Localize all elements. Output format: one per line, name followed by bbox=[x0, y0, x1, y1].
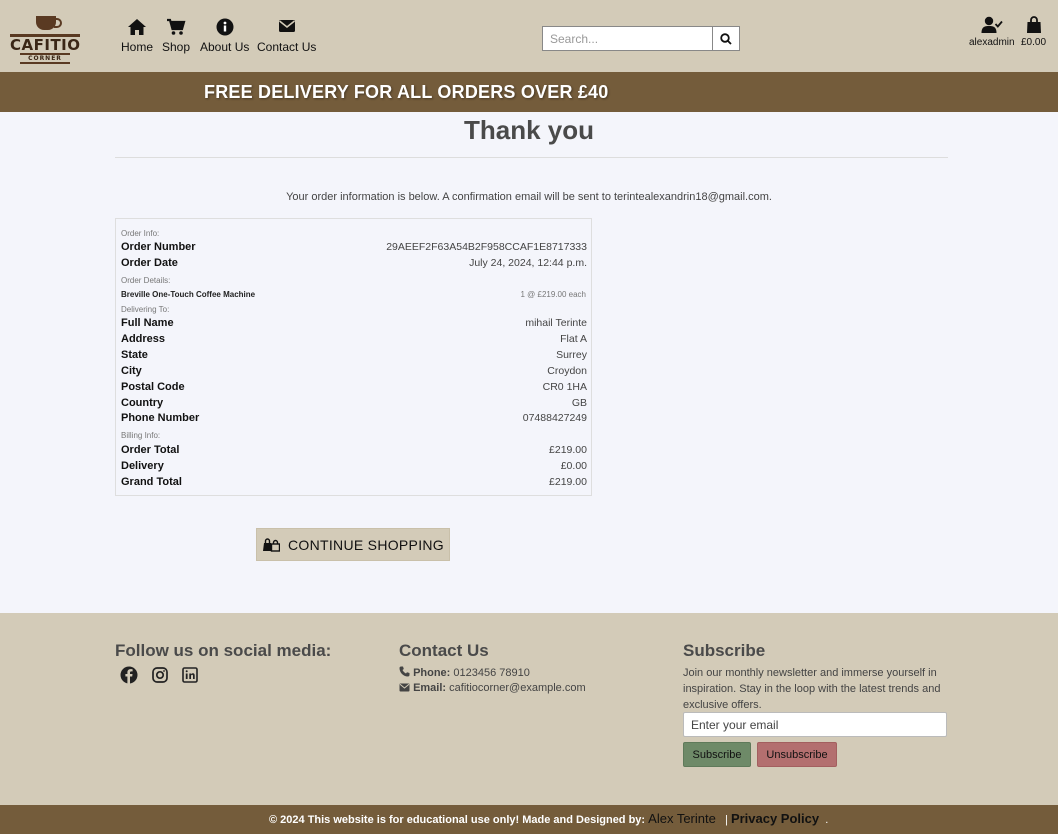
divider bbox=[115, 157, 948, 158]
nav-about[interactable]: About Us bbox=[200, 18, 249, 54]
order-total-label: Order Total bbox=[121, 444, 180, 456]
full-name-value: mihail Terinte bbox=[525, 317, 587, 329]
order-date-label: Order Date bbox=[121, 257, 178, 269]
separator: | bbox=[725, 814, 728, 826]
grand-total-label: Grand Total bbox=[121, 476, 182, 488]
home-icon bbox=[121, 18, 153, 38]
subscribe-title: Subscribe bbox=[683, 641, 766, 660]
phone-label: Phone Number bbox=[121, 412, 200, 424]
facebook-icon bbox=[120, 666, 138, 684]
order-number-label: Order Number bbox=[121, 241, 196, 253]
envelope-icon bbox=[399, 683, 410, 692]
country-value: GB bbox=[571, 397, 587, 409]
address-label: Address bbox=[121, 333, 166, 345]
search-input[interactable] bbox=[543, 27, 713, 50]
phone-icon bbox=[399, 666, 410, 677]
order-number-value: 29AEEF2F63A54B2F958CCAF1E8717333 bbox=[386, 241, 587, 253]
coffee-cup-icon bbox=[36, 16, 62, 30]
period: . bbox=[825, 814, 829, 826]
cart-icon bbox=[162, 18, 190, 38]
confirmation-message: Your order information is below. A confi… bbox=[286, 191, 772, 203]
delivery-value: £0.00 bbox=[560, 460, 587, 472]
shopping-bags-icon bbox=[262, 537, 280, 552]
item-name: Breville One-Touch Coffee Machine bbox=[121, 290, 256, 299]
continue-shopping-button[interactable]: CONTINUE SHOPPING bbox=[256, 528, 450, 561]
email-value[interactable]: cafitiocorner@example.com bbox=[449, 682, 586, 694]
nav-contact-label: Contact Us bbox=[257, 40, 317, 54]
continue-shopping-label: CONTINUE SHOPPING bbox=[287, 536, 444, 553]
logo-subtext: CORNER bbox=[20, 53, 70, 64]
order-summary: Order Info: Order Number 29AEEF2F63A54B2… bbox=[115, 218, 592, 496]
nav-shop-label: Shop bbox=[162, 40, 191, 54]
order-info-heading: Order Info: bbox=[121, 229, 160, 238]
full-name-label: Full Name bbox=[121, 317, 174, 329]
privacy-policy-link[interactable]: Privacy Policy bbox=[731, 811, 819, 826]
page-title: Thank you bbox=[463, 115, 594, 145]
billing-heading: Billing Info: bbox=[121, 431, 161, 440]
grand-total-value: £219.00 bbox=[549, 476, 587, 488]
email-label: Email: bbox=[413, 682, 447, 694]
delivery-label: Delivery bbox=[121, 460, 164, 472]
author-link[interactable]: Alex Terinte bbox=[648, 811, 716, 826]
envelope-icon bbox=[257, 18, 316, 38]
delivering-heading: Delivering To: bbox=[121, 305, 170, 314]
address-value: Flat A bbox=[560, 333, 587, 345]
postcode-label: Postal Code bbox=[121, 381, 185, 393]
user-check-icon bbox=[981, 16, 1003, 33]
search-bar bbox=[542, 26, 740, 51]
delivery-banner: FREE DELIVERY FOR ALL ORDERS OVER £40 bbox=[0, 72, 1058, 112]
city-value: Croydon bbox=[547, 365, 587, 377]
search-button[interactable] bbox=[712, 27, 739, 50]
linkedin-link[interactable] bbox=[181, 666, 201, 686]
info-icon bbox=[200, 18, 249, 38]
nav-about-label: About Us bbox=[200, 40, 250, 54]
order-details-heading: Order Details: bbox=[121, 276, 171, 285]
nav-home[interactable]: Home bbox=[121, 18, 153, 54]
order-total-value: £219.00 bbox=[549, 444, 587, 456]
order-date-value: July 24, 2024, 12:44 p.m. bbox=[469, 257, 587, 269]
state-value: Surrey bbox=[556, 349, 587, 361]
account-menu[interactable]: alexadmin bbox=[969, 16, 1015, 48]
phone-value: 07488427249 bbox=[522, 412, 587, 424]
unsubscribe-button[interactable]: Unsubscribe bbox=[757, 742, 837, 767]
newsletter-email-input[interactable] bbox=[683, 712, 947, 737]
contact-email: Email: cafitiocorner@example.com bbox=[399, 682, 586, 694]
item-quantity: 1 @ £219.00 each bbox=[520, 290, 586, 299]
subscribe-description: Join our monthly newsletter and immerse … bbox=[683, 667, 941, 711]
instagram-icon bbox=[152, 667, 168, 683]
social-title: Follow us on social media: bbox=[115, 641, 332, 660]
state-label: State bbox=[121, 349, 148, 361]
banner-text: FREE DELIVERY FOR ALL ORDERS OVER £40 bbox=[204, 82, 609, 102]
logo-text: CAFITIO bbox=[10, 36, 81, 54]
postcode-value: CR0 1HA bbox=[542, 381, 587, 393]
nav-contact[interactable]: Contact Us bbox=[257, 18, 316, 54]
shopping-bag[interactable]: £0.00 bbox=[1021, 16, 1046, 48]
phone-value: 0123456 78910 bbox=[453, 667, 530, 679]
search-icon bbox=[720, 32, 732, 45]
top-navbar: CAFITIO CORNER Home Shop About Us Contac… bbox=[0, 0, 1058, 72]
contact-phone: Phone: 0123456 78910 bbox=[399, 666, 530, 679]
shopping-bag-icon bbox=[1026, 16, 1041, 33]
site-logo[interactable]: CAFITIO CORNER bbox=[10, 12, 80, 64]
contact-title: Contact Us bbox=[399, 641, 489, 660]
subscribe-button[interactable]: Subscribe bbox=[683, 742, 751, 767]
account-label: alexadmin bbox=[969, 37, 1015, 48]
nav-shop[interactable]: Shop bbox=[162, 18, 190, 54]
nav-home-label: Home bbox=[121, 40, 154, 54]
phone-label: Phone: bbox=[413, 667, 451, 679]
country-label: Country bbox=[121, 397, 164, 409]
copyright-text: © 2024 This website is for educational u… bbox=[269, 811, 828, 826]
facebook-link[interactable] bbox=[120, 666, 140, 686]
instagram-link[interactable] bbox=[151, 666, 171, 686]
copyright-label: © 2024 This website is for educational u… bbox=[269, 814, 646, 826]
linkedin-icon bbox=[182, 667, 198, 683]
bag-total: £0.00 bbox=[1021, 37, 1047, 48]
city-label: City bbox=[121, 365, 142, 377]
